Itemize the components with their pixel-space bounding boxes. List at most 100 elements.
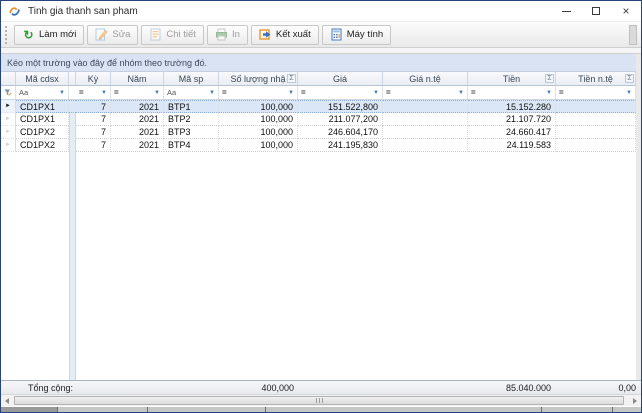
cell-ma-cdsx[interactable]: CD1PX2 xyxy=(16,139,69,152)
cell-gia[interactable]: 241.195,830 xyxy=(298,139,383,152)
cell-gia[interactable]: 211.077,200 xyxy=(298,113,383,126)
column-label: Kỳ xyxy=(88,74,99,84)
chevron-down-icon[interactable]: ▼ xyxy=(101,90,107,96)
row-indicator[interactable]: ► xyxy=(1,100,16,113)
table-row[interactable]: ► CD1PX1 7 2021 BTP1 100,000 151.522,800… xyxy=(1,100,636,113)
cell-ky[interactable]: 7 xyxy=(76,100,111,113)
cell-so-luong[interactable]: 100,000 xyxy=(219,126,298,139)
cell-gia[interactable]: 246.604,170 xyxy=(298,126,383,139)
filter-cell-gia-nte[interactable]: =▼ xyxy=(383,86,468,99)
equals-filter-icon: = xyxy=(301,88,306,97)
filter-cell-ma-sp[interactable]: Aa▼ xyxy=(164,86,219,99)
chevron-down-icon[interactable]: ▼ xyxy=(458,90,464,96)
cell-gia-nte[interactable] xyxy=(383,100,468,113)
minimize-button[interactable] xyxy=(551,1,581,22)
detail-button[interactable]: Chi tiết xyxy=(141,25,204,45)
column-label: Mã sp xyxy=(179,74,204,84)
chevron-down-icon[interactable]: ▼ xyxy=(209,90,215,96)
cell-so-luong[interactable]: 100,000 xyxy=(219,139,298,152)
column-header-nam[interactable]: Năm xyxy=(111,72,164,85)
cell-tien-nte[interactable] xyxy=(556,100,636,113)
cell-tien[interactable]: 21.107.720 xyxy=(468,113,556,126)
filter-cell-tien[interactable]: =▼ xyxy=(468,86,556,99)
cell-tien[interactable]: 24.660.417 xyxy=(468,126,556,139)
cell-gia-nte[interactable] xyxy=(383,113,468,126)
print-button[interactable]: In xyxy=(207,25,248,45)
cell-nam[interactable]: 2021 xyxy=(111,100,164,113)
filter-cell-so-luong[interactable]: =▼ xyxy=(219,86,298,99)
column-header-ky[interactable]: Kỳ xyxy=(76,72,111,85)
calculator-button[interactable]: Máy tính xyxy=(322,25,391,45)
row-indicator[interactable]: ► xyxy=(1,139,16,152)
chevron-down-icon[interactable]: ▼ xyxy=(373,90,379,96)
cell-ma-cdsx[interactable]: CD1PX1 xyxy=(16,100,69,113)
column-header-ma-sp[interactable]: Mã sp xyxy=(164,72,219,85)
column-header-tien-nte[interactable]: Tiền n.tệΣ xyxy=(556,72,636,85)
cell-tien-nte[interactable] xyxy=(556,139,636,152)
cell-tien-nte[interactable] xyxy=(556,126,636,139)
scroll-right-button[interactable] xyxy=(629,395,641,406)
cell-ma-sp[interactable]: BTP4 xyxy=(164,139,219,152)
table-row[interactable]: ► CD1PX2 7 2021 BTP4 100,000 241.195,830… xyxy=(1,139,636,152)
cell-nam[interactable]: 2021 xyxy=(111,126,164,139)
maximize-button[interactable] xyxy=(581,1,611,22)
cell-ky[interactable]: 7 xyxy=(76,113,111,126)
cell-tien-nte[interactable] xyxy=(556,113,636,126)
row-indicator[interactable]: ► xyxy=(1,113,16,126)
filter-cell-gia[interactable]: =▼ xyxy=(298,86,383,99)
row-indicator[interactable]: ► xyxy=(1,126,16,139)
cell-ma-sp[interactable]: BTP3 xyxy=(164,126,219,139)
column-header-so-luong[interactable]: Số lượng nhậΣ xyxy=(219,72,298,85)
filter-cell-nam[interactable]: =▼ xyxy=(111,86,164,99)
edit-button[interactable]: Sửa xyxy=(87,25,138,45)
cell-ma-cdsx[interactable]: CD1PX1 xyxy=(16,113,69,126)
chevron-down-icon[interactable]: ▼ xyxy=(626,90,632,96)
filter-cell-ky[interactable]: =▼ xyxy=(76,86,111,99)
chevron-down-icon[interactable]: ▼ xyxy=(59,90,65,96)
toolbar-drag-handle[interactable] xyxy=(5,26,9,44)
cell-nam[interactable]: 2021 xyxy=(111,139,164,152)
cell-so-luong[interactable]: 100,000 xyxy=(219,113,298,126)
cell-so-luong[interactable]: 100,000 xyxy=(219,100,298,113)
cell-ma-cdsx[interactable]: CD1PX2 xyxy=(16,126,69,139)
column-header-gia[interactable]: Giá xyxy=(298,72,383,85)
scrollbar-thumb[interactable] xyxy=(14,396,624,405)
chevron-down-icon[interactable]: ▼ xyxy=(288,90,294,96)
cell-ky[interactable]: 7 xyxy=(76,126,111,139)
equals-filter-icon: = xyxy=(559,88,564,97)
cell-nam[interactable]: 2021 xyxy=(111,113,164,126)
cell-tien[interactable]: 24.119.583 xyxy=(468,139,556,152)
cell-ma-sp[interactable]: BTP2 xyxy=(164,113,219,126)
column-header-gia-nte[interactable]: Giá n.tệ xyxy=(383,72,468,85)
group-by-panel[interactable]: Kéo một trường vào đây để nhóm theo trườ… xyxy=(1,54,636,72)
toolbar-overflow-handle[interactable] xyxy=(629,25,637,45)
row-arrow-icon: ► xyxy=(5,129,11,135)
detail-icon xyxy=(149,28,162,41)
horizontal-scrollbar[interactable] xyxy=(1,394,641,406)
filter-cell-tien-nte[interactable]: =▼ xyxy=(556,86,636,99)
cell-gia-nte[interactable] xyxy=(383,126,468,139)
refresh-button[interactable]: ↻ Làm mới xyxy=(14,25,84,45)
titlebar: Tinh gia thanh san pham × xyxy=(1,1,641,22)
column-label: Năm xyxy=(127,74,146,84)
cell-gia[interactable]: 151.522,800 xyxy=(298,100,383,113)
chevron-down-icon[interactable]: ▼ xyxy=(546,90,552,96)
table-row[interactable]: ► CD1PX1 7 2021 BTP2 100,000 211.077,200… xyxy=(1,113,636,126)
column-header-ma-cdsx[interactable]: Mã cdsx xyxy=(16,72,69,85)
filter-cell-ma-cdsx[interactable]: Aa▼ xyxy=(16,86,69,99)
column-header-tien[interactable]: TiềnΣ xyxy=(468,72,556,85)
auto-filter-row: Aa▼ =▼ =▼ Aa▼ =▼ =▼ =▼ =▼ =▼ xyxy=(1,86,636,100)
background-window-segment xyxy=(1,407,58,412)
close-button[interactable]: × xyxy=(611,1,641,22)
cell-gia-nte[interactable] xyxy=(383,139,468,152)
filter-editor-button[interactable] xyxy=(1,86,16,99)
cell-ma-sp[interactable]: BTP1 xyxy=(164,100,219,113)
table-row[interactable]: ► CD1PX2 7 2021 BTP3 100,000 246.604,170… xyxy=(1,126,636,139)
export-button[interactable]: Kết xuất xyxy=(251,25,319,45)
summary-footer: Tổng cộng: 400,000 85.040.000 0,00 xyxy=(1,380,641,394)
scroll-left-button[interactable] xyxy=(1,395,13,406)
chevron-down-icon[interactable]: ▼ xyxy=(154,90,160,96)
refresh-icon: ↻ xyxy=(22,28,35,41)
cell-ky[interactable]: 7 xyxy=(76,139,111,152)
cell-tien[interactable]: 15.152.280 xyxy=(468,100,556,113)
